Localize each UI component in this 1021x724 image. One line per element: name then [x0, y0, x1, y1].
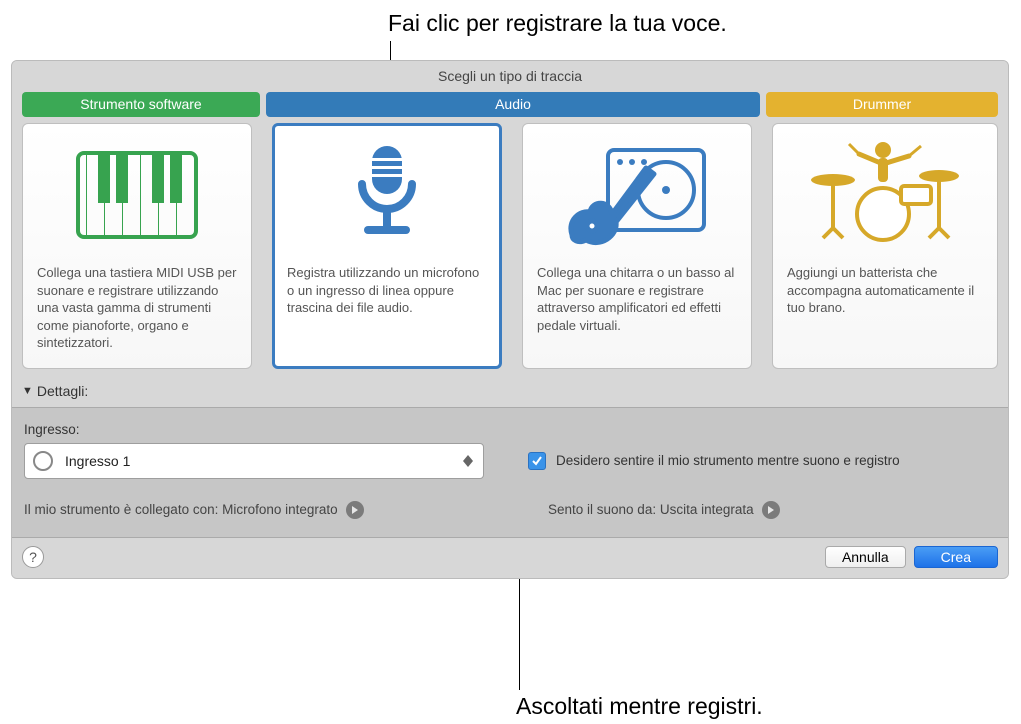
dialog-title: Scegli un tipo di traccia	[12, 61, 1008, 92]
instrument-connection-text: Il mio strumento è collegato con: Microf…	[24, 502, 338, 517]
output-connection-text: Sento il suono da: Uscita integrata	[548, 502, 754, 517]
details-label: Dettagli:	[37, 383, 88, 399]
tab-audio[interactable]: Audio	[266, 92, 760, 117]
card-mic-desc: Registra utilizzando un microfono o un i…	[287, 264, 487, 317]
tab-drummer[interactable]: Drummer	[766, 92, 998, 117]
dialog-footer: ? Annulla Crea	[12, 538, 1008, 578]
triangle-down-icon: ▼	[22, 385, 33, 397]
details-panel: Ingresso: Ingresso 1 Desidero sentire il…	[12, 407, 1008, 538]
keyboard-icon	[37, 136, 237, 254]
tab-software-instrument[interactable]: Strumento software	[22, 92, 260, 117]
callout-top: Fai clic per registrare la tua voce.	[388, 10, 727, 37]
track-cards-row: Collega una tastiera MIDI USB per suonar…	[12, 123, 1008, 379]
card-software-instrument[interactable]: Collega una tastiera MIDI USB per suonar…	[22, 123, 252, 369]
card-audio-mic[interactable]: Registra utilizzando un microfono o un i…	[272, 123, 502, 369]
input-label: Ingresso:	[24, 422, 492, 437]
card-drummer[interactable]: Aggiungi un batterista che accompagna au…	[772, 123, 998, 369]
help-button[interactable]: ?	[22, 546, 44, 568]
input-select-value: Ingresso 1	[65, 453, 130, 469]
track-type-dialog: Scegli un tipo di traccia Strumento soft…	[11, 60, 1009, 579]
microphone-icon	[287, 136, 487, 254]
card-guitar-desc: Collega una chitarra o un basso al Mac p…	[537, 264, 737, 334]
instrument-connection-button[interactable]	[346, 501, 364, 519]
card-software-desc: Collega una tastiera MIDI USB per suonar…	[37, 264, 237, 352]
select-stepper-icon	[461, 455, 475, 467]
drummer-icon	[787, 136, 983, 254]
details-toggle[interactable]: ▼ Dettagli:	[12, 379, 1008, 407]
output-connection-button[interactable]	[762, 501, 780, 519]
track-type-tabs: Strumento software Audio Drummer	[12, 92, 1008, 123]
card-drummer-desc: Aggiungi un batterista che accompagna au…	[787, 264, 983, 317]
monitor-checkbox-label: Desidero sentire il mio strumento mentre…	[556, 453, 900, 468]
cancel-button[interactable]: Annulla	[825, 546, 906, 568]
card-audio-guitar[interactable]: Collega una chitarra o un basso al Mac p…	[522, 123, 752, 369]
create-button[interactable]: Crea	[914, 546, 998, 568]
monitor-checkbox[interactable]	[528, 452, 546, 470]
input-channel-icon	[33, 451, 53, 471]
input-select[interactable]: Ingresso 1	[24, 443, 484, 479]
guitar-amp-icon	[537, 136, 737, 254]
callout-bottom: Ascoltati mentre registri.	[516, 693, 763, 720]
